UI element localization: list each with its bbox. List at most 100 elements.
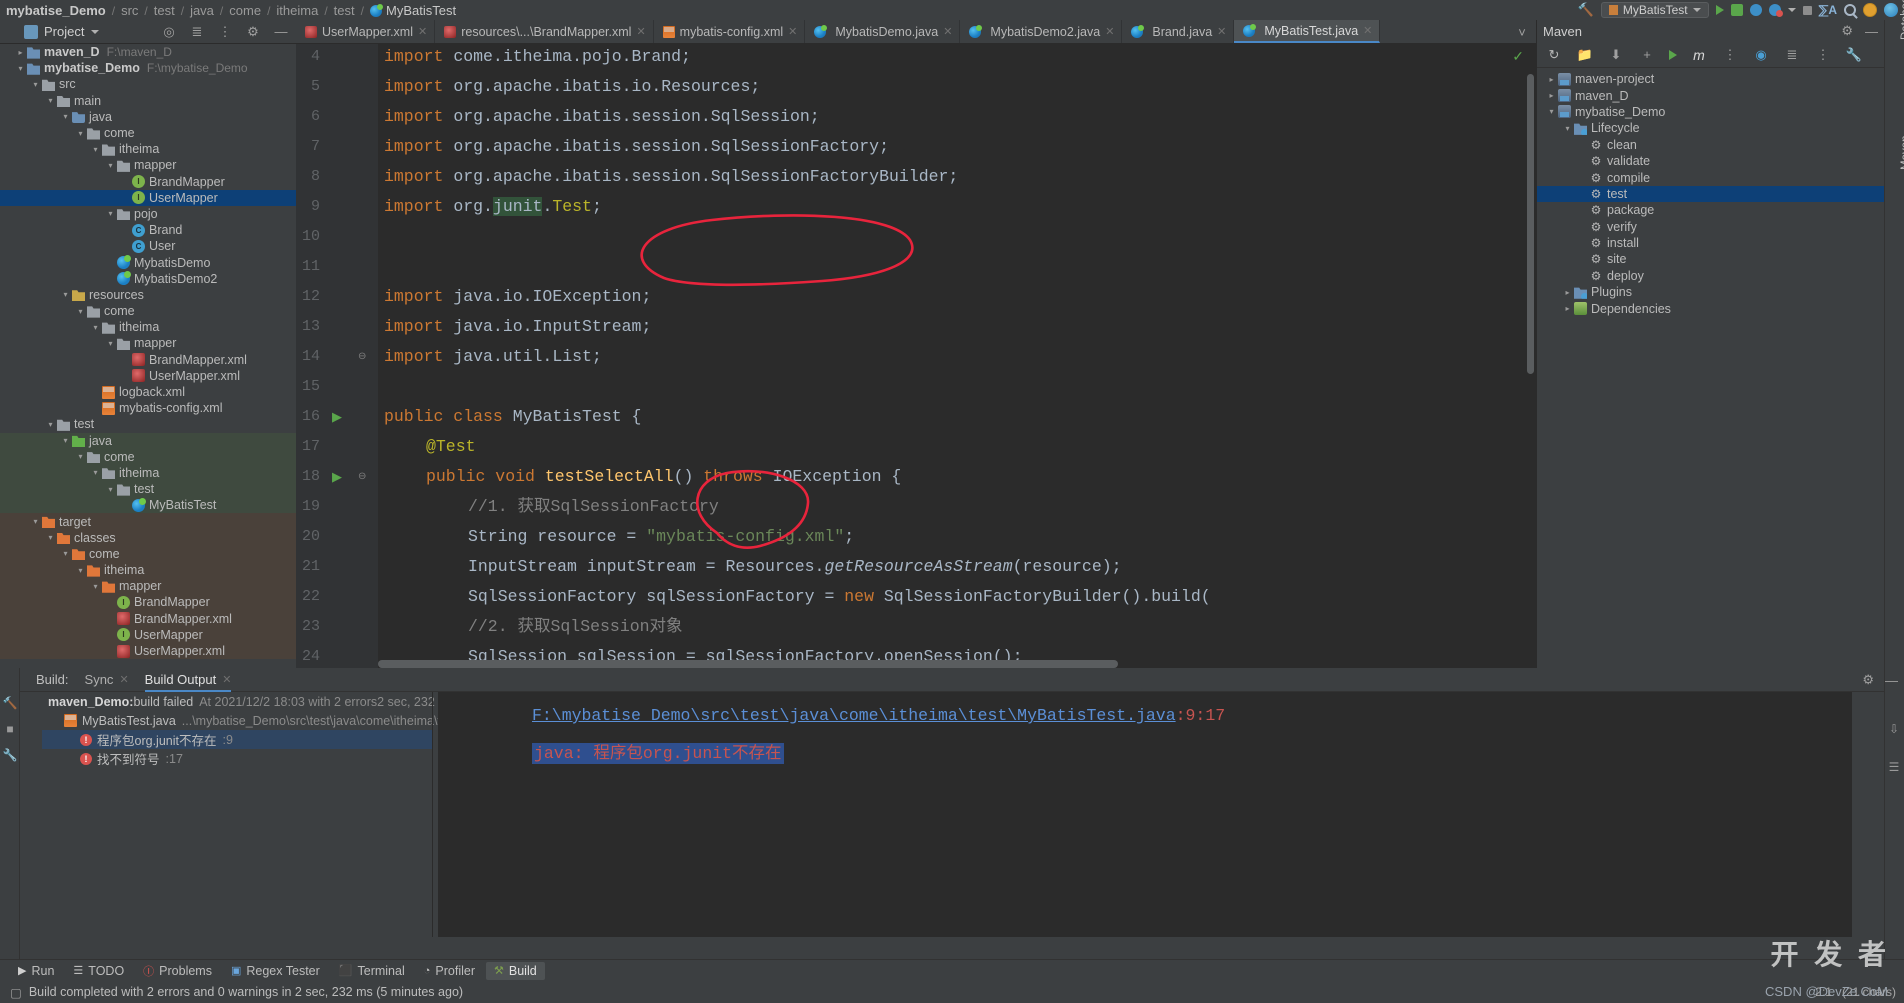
build-tab-build-output[interactable]: Build Output ✕: [145, 668, 232, 692]
editor-gutter[interactable]: 4 5 6 7 8 9 10 11 12 13 14 ⊖ 15 16 ▶ 17 18 ▶ ⊖ 19 20 21 22 23 24: [296, 44, 378, 668]
chevron-down-icon[interactable]: ▾: [104, 209, 117, 218]
tree-item-mybatis-config-xml[interactable]: mybatis-config.xml: [0, 400, 296, 416]
tool-window-button-problems[interactable]: Ⓘ Problems: [135, 961, 220, 981]
close-icon[interactable]: ✕: [1105, 25, 1114, 38]
chevron-down-icon[interactable]: ▾: [74, 307, 87, 316]
chevron-down-icon[interactable]: ▾: [44, 533, 57, 542]
select-opened-file-icon[interactable]: ◎: [160, 23, 178, 41]
debug-icon[interactable]: [1749, 4, 1762, 16]
code-line[interactable]: import java.io.InputStream;: [384, 317, 651, 336]
tree-item-logback-xml[interactable]: logback.xml: [0, 384, 296, 400]
maven-item-maven-project[interactable]: ▸ maven-project: [1537, 71, 1884, 87]
tree-item-src[interactable]: ▾ src: [0, 76, 296, 92]
tool-window-button-database[interactable]: Database: [1900, 0, 1904, 40]
chevron-down-icon[interactable]: ▾: [74, 129, 87, 138]
code-line[interactable]: public void testSelectAll() throws IOExc…: [426, 467, 901, 486]
tool-window-button-regex-tester[interactable]: ▣ Regex Tester: [223, 962, 328, 980]
tree-item-itheima[interactable]: ▾ itheima: [0, 141, 296, 157]
gear-icon[interactable]: ⚙: [244, 23, 262, 41]
editor-tab-mybatistest-java[interactable]: MyBatisTest.java ✕: [1234, 20, 1381, 43]
export-icon[interactable]: ⇩: [1884, 716, 1904, 742]
tree-item-mybatisdemo2[interactable]: MybatisDemo2: [0, 271, 296, 287]
editor-tab-mybatis-config-xml[interactable]: mybatis-config.xml ✕: [654, 20, 806, 43]
tree-item-test[interactable]: ▾ test: [0, 416, 296, 432]
editor-tab-usermapper-xml[interactable]: UserMapper.xml ✕: [296, 20, 436, 43]
code-line[interactable]: //1. 获取SqlSessionFactory: [468, 497, 719, 516]
maven-item-verify[interactable]: ⚙ verify: [1537, 219, 1884, 235]
build-tree[interactable]: maven_Demo: build failed At 2021/12/2 18:…: [42, 692, 504, 937]
tree-item-resources[interactable]: ▾ resources: [0, 287, 296, 303]
code-line[interactable]: import org.apache.ibatis.session.SqlSess…: [384, 167, 958, 186]
code-line[interactable]: import java.util.List;: [384, 347, 602, 366]
chevron-down-icon[interactable]: ▾: [14, 64, 27, 73]
build-tree-row[interactable]: 找不到符号:17: [42, 749, 432, 768]
code-fold-icon[interactable]: ⊖: [358, 471, 372, 485]
close-icon[interactable]: ✕: [943, 25, 952, 38]
tree-item-java[interactable]: ▾ java: [0, 109, 296, 125]
tree-item-mybatistest[interactable]: MyBatisTest: [0, 497, 296, 514]
print-icon[interactable]: ☰: [1884, 754, 1904, 780]
tree-item-come[interactable]: ▾ come: [0, 545, 296, 562]
chevron-down-icon[interactable]: ▾: [59, 290, 72, 299]
chevron-down-icon[interactable]: ▾: [29, 80, 42, 89]
chevron-right-icon[interactable]: ▸: [1545, 91, 1558, 100]
breadcrumb-item[interactable]: test: [154, 3, 175, 18]
execute-maven-goal-icon[interactable]: m: [1690, 46, 1708, 64]
breadcrumb-item[interactable]: src: [121, 3, 138, 18]
hammer-icon[interactable]: 🔨: [1578, 2, 1594, 18]
hide-icon[interactable]: —: [1885, 673, 1898, 688]
tree-item-mybatisdemo[interactable]: MybatisDemo: [0, 254, 296, 270]
tree-item-come[interactable]: ▾ come: [0, 448, 296, 465]
globe-icon[interactable]: [1884, 3, 1898, 17]
chevron-right-icon[interactable]: ▸: [1545, 75, 1558, 84]
build-tool-window[interactable]: Build: Sync ✕ Build Output ✕ maven_Demo:…: [20, 668, 1884, 960]
maven-item-validate[interactable]: ⚙ validate: [1537, 153, 1884, 169]
maven-item-dependencies[interactable]: ▸ Dependencies: [1537, 300, 1884, 316]
tree-item-target[interactable]: ▾ target: [0, 513, 296, 530]
stop-icon[interactable]: [1802, 5, 1812, 15]
code-editor[interactable]: 4 5 6 7 8 9 10 11 12 13 14 ⊖ 15 16 ▶ 17 18 ▶ ⊖ 19 20 21 22 23 24…: [296, 44, 1536, 668]
gear-icon[interactable]: ⚙: [1862, 672, 1874, 688]
build-tab-sync[interactable]: Sync ✕: [85, 668, 129, 692]
chevron-down-icon[interactable]: ▾: [59, 112, 72, 121]
tree-item-usermapper-xml[interactable]: UserMapper.xml: [0, 642, 296, 660]
maven-item-site[interactable]: ⚙ site: [1537, 251, 1884, 267]
search-icon[interactable]: [1844, 4, 1856, 16]
gear-icon[interactable]: ⚙: [1841, 23, 1853, 39]
profile-icon[interactable]: [1768, 4, 1783, 17]
breadcrumb-project[interactable]: mybatise_Demo: [6, 3, 106, 18]
code-line[interactable]: import java.io.IOException;: [384, 287, 651, 306]
breadcrumb-item[interactable]: java: [190, 3, 214, 18]
chevron-down-icon[interactable]: ▾: [44, 420, 57, 429]
tree-item-maven-d[interactable]: ▸ maven_D F:\maven_D: [0, 44, 296, 60]
breadcrumb-item[interactable]: come: [229, 3, 261, 18]
expand-all-icon[interactable]: ≣: [1783, 46, 1801, 64]
tree-item-usermapper[interactable]: UserMapper: [0, 626, 296, 643]
build-error-file-link[interactable]: F:\mybatise_Demo\src\test\java\come\ithe…: [532, 706, 1176, 725]
build-splitter[interactable]: [432, 692, 433, 937]
show-dependencies-icon[interactable]: ◉: [1752, 46, 1770, 64]
code-line[interactable]: public class MyBatisTest {: [384, 407, 641, 426]
tree-item-mapper[interactable]: ▾ mapper: [0, 335, 296, 351]
add-maven-project-icon[interactable]: 📁: [1576, 46, 1594, 64]
editor-tab-mybatisdemo2-java[interactable]: MybatisDemo2.java ✕: [960, 20, 1123, 43]
project-tree[interactable]: ▸ maven_D F:\maven_D ▾ mybatise_Demo F:\mybat…: [0, 44, 296, 668]
chevron-down-icon[interactable]: ▾: [104, 339, 117, 348]
maven-tree[interactable]: ▸ maven-project ▸ maven_D ▾ mybatise_Demo ▾ Lif…: [1537, 68, 1884, 317]
chevron-down-icon[interactable]: [1787, 8, 1796, 12]
tree-item-classes[interactable]: ▾ classes: [0, 529, 296, 546]
maven-item-test[interactable]: ⚙ test: [1537, 185, 1884, 203]
tree-item-come[interactable]: ▾ come: [0, 125, 296, 141]
tree-item-usermapper[interactable]: UserMapper: [0, 189, 296, 206]
tool-window-button-run[interactable]: ▶ Run: [10, 962, 62, 980]
tree-item-brandmapper-xml[interactable]: BrandMapper.xml: [0, 610, 296, 627]
hide-icon[interactable]: —: [272, 23, 290, 41]
chevron-down-icon[interactable]: ▾: [89, 582, 102, 591]
code-line[interactable]: String resource = "mybatis-config.xml";: [468, 527, 854, 546]
tree-item-user[interactable]: User: [0, 238, 296, 254]
chevron-down-icon[interactable]: ▾: [104, 485, 117, 494]
coverage-icon[interactable]: [1730, 4, 1743, 16]
build-output-detail[interactable]: F:\mybatise_Demo\src\test\java\come\ithe…: [438, 692, 1852, 937]
close-icon[interactable]: ✕: [636, 25, 645, 38]
breadcrumb-file[interactable]: MyBatisTest: [386, 3, 456, 18]
